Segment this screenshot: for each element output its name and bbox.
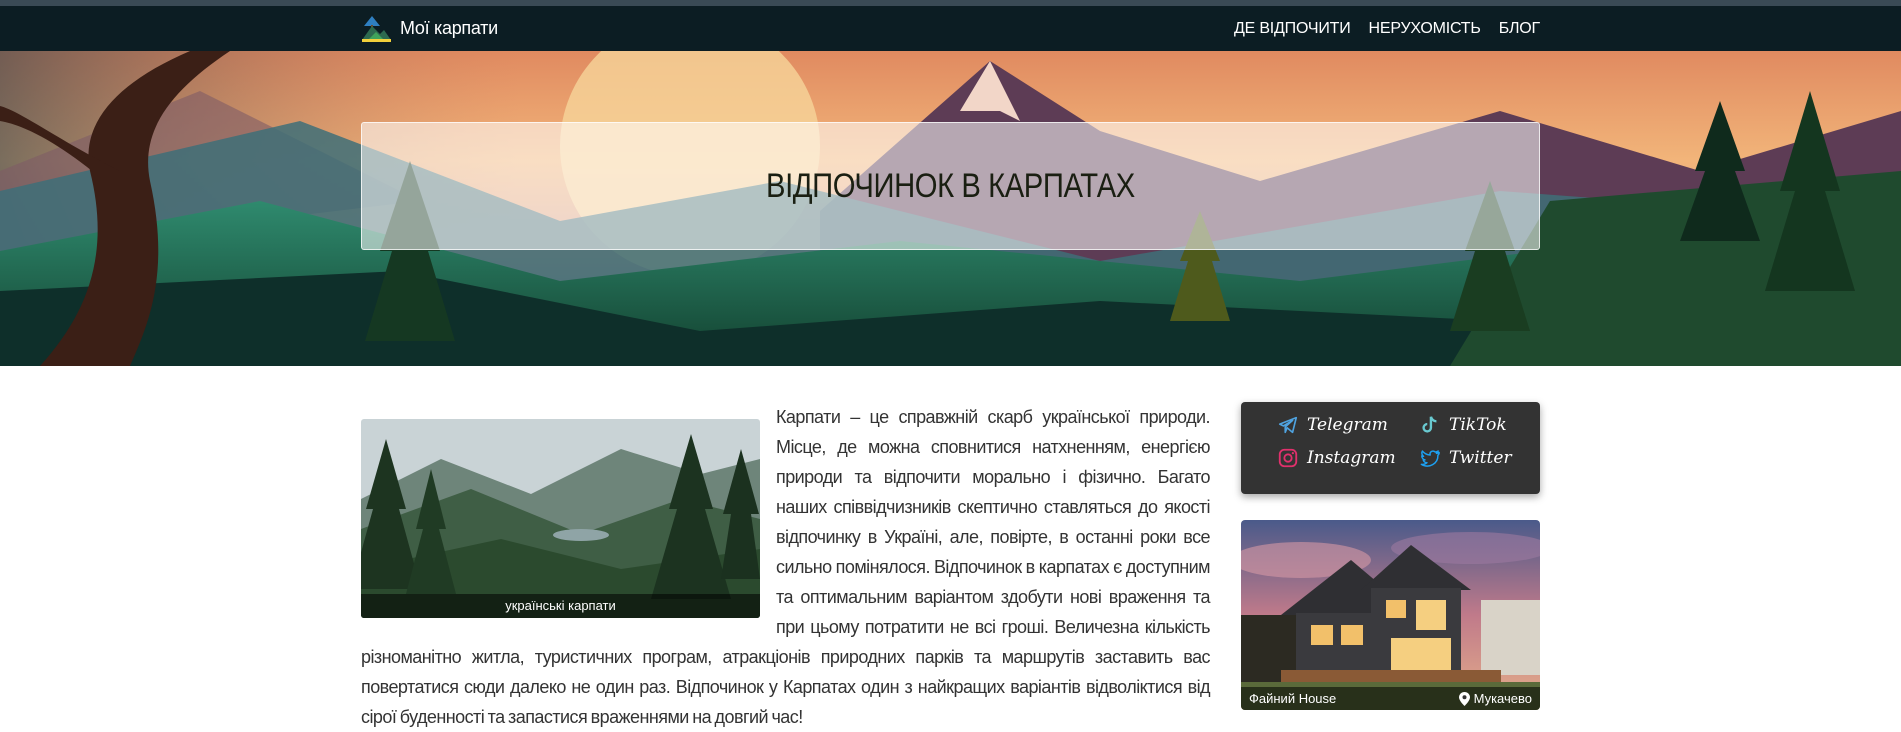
hero-title-panel: ВІДПОЧИНОК В КАРПАТАХ <box>361 122 1540 250</box>
social-label: Instagram <box>1307 448 1396 468</box>
instagram-icon <box>1278 448 1298 468</box>
page-title: ВІДПОЧИНОК В КАРПАТАХ <box>766 166 1135 205</box>
hero-banner: ВІДПОЧИНОК В КАРПАТАХ <box>0 51 1901 366</box>
house-photo <box>1241 520 1540 710</box>
social-link-twitter[interactable]: Twitter <box>1419 447 1512 469</box>
location-pin-icon <box>1458 691 1470 706</box>
social-link-tiktok[interactable]: TikTok <box>1419 414 1507 436</box>
nav-item-where-to-rest[interactable]: ДЕ ВІДПОЧИТИ <box>1234 20 1351 38</box>
navbar: Мої карпати ДЕ ВІДПОЧИТИ НЕРУХОМІСТЬ БЛО… <box>0 6 1901 51</box>
social-links-card: Telegram TikTok Instagram Twitter <box>1241 402 1540 494</box>
property-name: Файний House <box>1249 691 1337 706</box>
property-card[interactable]: Файний House Мукачево <box>1241 520 1540 710</box>
tiktok-icon <box>1422 416 1437 433</box>
social-link-instagram[interactable]: Instagram <box>1277 447 1396 469</box>
property-info-bar: Файний House Мукачево <box>1241 687 1540 710</box>
telegram-icon <box>1278 416 1298 434</box>
nav-item-blog[interactable]: БЛОГ <box>1499 20 1541 38</box>
article-image: українські карпати <box>361 419 760 618</box>
twitter-icon <box>1420 450 1440 467</box>
social-label: Telegram <box>1307 415 1388 435</box>
brand-link[interactable]: Мої карпати <box>360 12 498 45</box>
social-label: Twitter <box>1449 448 1512 468</box>
nav-item-real-estate[interactable]: НЕРУХОМІСТЬ <box>1369 20 1481 38</box>
property-location-text: Мукачево <box>1473 691 1532 706</box>
forest-valley-photo <box>361 419 760 618</box>
property-location: Мукачево <box>1458 691 1532 706</box>
social-label: TikTok <box>1449 415 1507 435</box>
image-caption: українські карпати <box>361 594 760 618</box>
main-nav: ДЕ ВІДПОЧИТИ НЕРУХОМІСТЬ БЛОГ <box>1234 12 1540 45</box>
mountain-logo-icon <box>362 15 391 42</box>
brand-name: Мої карпати <box>400 18 498 38</box>
article: українські карпати Карпати – це справжні… <box>361 402 1211 732</box>
social-link-telegram[interactable]: Telegram <box>1277 414 1388 436</box>
